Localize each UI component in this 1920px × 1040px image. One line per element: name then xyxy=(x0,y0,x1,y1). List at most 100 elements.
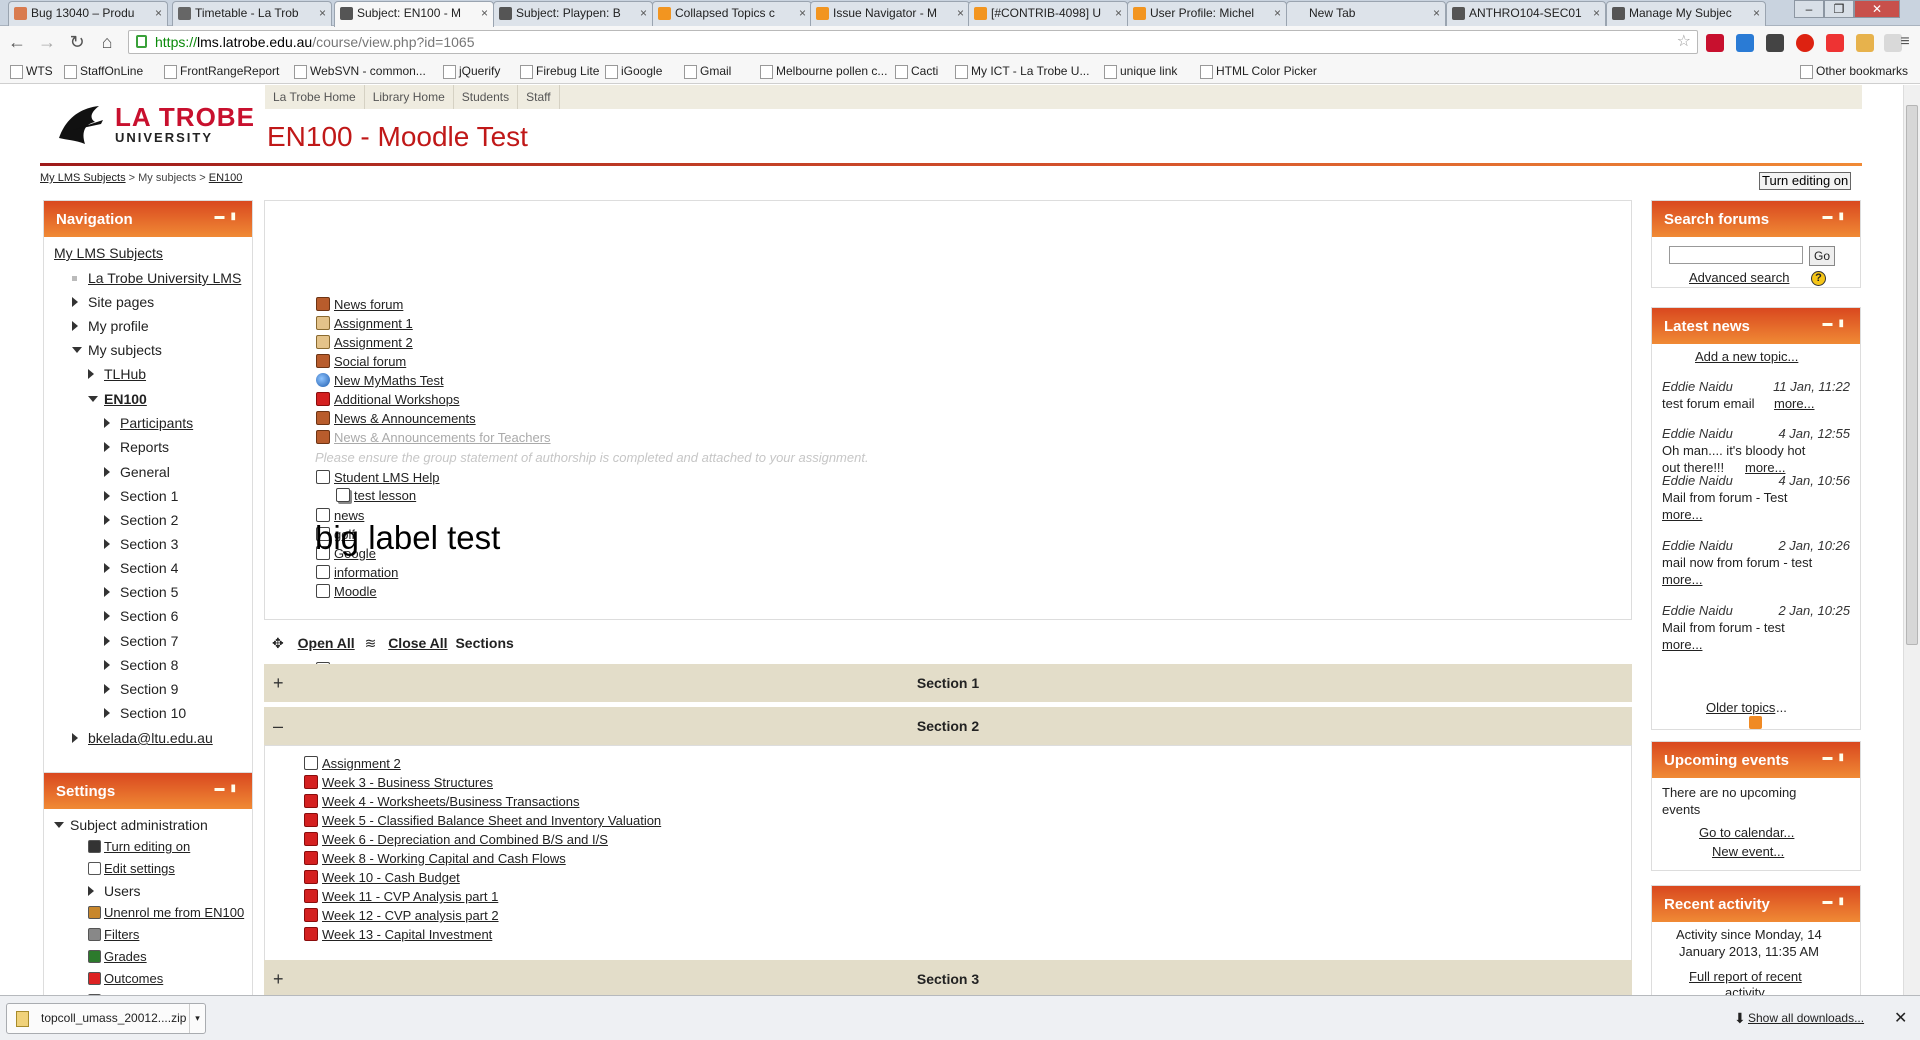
breadcrumb-root[interactable]: My LMS Subjects xyxy=(40,172,126,184)
bookmark-item[interactable]: HTML Color Picker xyxy=(1200,63,1317,79)
nav-item[interactable]: Section 8 xyxy=(104,657,178,673)
section-2-header[interactable]: – Section 2 xyxy=(264,707,1632,745)
full-report-link[interactable]: Full report of recent xyxy=(1689,969,1802,985)
section-2-resource[interactable]: Week 4 - Worksheets/Business Transaction… xyxy=(304,794,579,810)
resource-label[interactable]: Week 4 - Worksheets/Business Transaction… xyxy=(322,794,579,809)
page-label[interactable]: Moodle xyxy=(334,584,377,599)
toplink-students[interactable]: Students xyxy=(454,85,519,109)
toplink-la-trobe-home[interactable]: La Trobe Home xyxy=(265,85,365,109)
settings-item-label[interactable]: Unenrol me from EN100 xyxy=(104,905,244,920)
nav-item[interactable]: TLHub xyxy=(88,366,146,382)
settings-item[interactable]: Grades xyxy=(88,949,147,965)
nav-item[interactable]: Section 7 xyxy=(104,633,178,649)
expanded-arrow-icon[interactable] xyxy=(88,396,98,402)
browser-tab[interactable]: New Tab × xyxy=(1286,1,1446,26)
breadcrumb-current[interactable]: EN100 xyxy=(209,172,243,184)
turn-editing-on-button[interactable]: Turn editing on xyxy=(1759,172,1852,190)
settings-item[interactable]: Edit settings xyxy=(88,861,175,877)
weather-extension-icon[interactable] xyxy=(1856,34,1874,52)
settings-item[interactable]: Outcomes xyxy=(88,971,163,987)
other-bookmarks[interactable]: Other bookmarks xyxy=(1800,63,1908,79)
page-link[interactable]: test lesson xyxy=(336,488,416,504)
section-3-header[interactable]: + Section 3 xyxy=(264,960,1632,995)
toplink-library-home[interactable]: Library Home xyxy=(365,85,454,109)
nav-item[interactable]: Section 6 xyxy=(104,608,178,624)
resource-label[interactable]: Week 10 - Cash Budget xyxy=(322,870,460,885)
nav-item[interactable]: My profile xyxy=(72,318,149,334)
nav-item-label[interactable]: My LMS Subjects xyxy=(54,245,163,261)
collapsed-arrow-icon[interactable] xyxy=(104,684,110,694)
settings-item-label[interactable]: Outcomes xyxy=(104,971,163,986)
tab-close-icon[interactable]: × xyxy=(799,2,806,25)
settings-item[interactable]: Users xyxy=(88,883,141,899)
activity-label[interactable]: Assignment 1 xyxy=(334,316,413,331)
bookmark-item[interactable]: WTS xyxy=(10,63,53,79)
nav-item[interactable]: Section 10 xyxy=(104,705,186,721)
close-downloads-icon[interactable]: ✕ xyxy=(1894,1008,1907,1028)
resource-label[interactable]: Week 11 - CVP Analysis part 1 xyxy=(322,889,498,904)
collapsed-arrow-icon[interactable] xyxy=(88,369,94,379)
address-bar[interactable]: https://lms.latrobe.edu.au/course/view.p… xyxy=(128,30,1698,54)
resource-label[interactable]: Week 12 - CVP analysis part 2 xyxy=(322,908,499,923)
tab-close-icon[interactable]: × xyxy=(1593,2,1600,25)
browser-tab[interactable]: User Profile: Michel × xyxy=(1127,1,1287,26)
open-all-icon[interactable]: ✥ xyxy=(272,635,284,651)
activity-link[interactable]: Assignment 2 xyxy=(316,335,413,351)
download-item[interactable]: topcoll_umass_20012....zip ▾ xyxy=(6,1003,206,1034)
resource-label[interactable]: Week 6 - Depreciation and Combined B/S a… xyxy=(322,832,608,847)
activity-label[interactable]: News & Announcements for Teachers xyxy=(334,430,551,445)
collapsed-arrow-icon[interactable] xyxy=(104,515,110,525)
nav-item[interactable]: My LMS Subjects xyxy=(54,245,163,261)
maximize-button[interactable]: ❐ xyxy=(1824,0,1854,18)
collapsed-arrow-icon[interactable] xyxy=(104,442,110,452)
nav-item[interactable]: Site pages xyxy=(72,294,154,310)
settings-item-label[interactable]: Grades xyxy=(104,949,147,964)
collapsed-arrow-icon[interactable] xyxy=(72,733,78,743)
nav-item-label[interactable]: Participants xyxy=(120,415,193,431)
advanced-search-link[interactable]: Advanced search xyxy=(1689,270,1789,286)
section-2-resource[interactable]: Week 10 - Cash Budget xyxy=(304,870,460,886)
expand-icon[interactable]: + xyxy=(273,664,284,702)
close-all-icon[interactable]: ≋ xyxy=(365,635,377,651)
tab-close-icon[interactable]: × xyxy=(1433,2,1440,25)
collapsed-arrow-icon[interactable] xyxy=(104,539,110,549)
activity-label[interactable]: Social forum xyxy=(334,354,406,369)
help-icon[interactable]: ? xyxy=(1811,271,1826,286)
page-link[interactable]: Moodle xyxy=(316,584,377,600)
activity-link[interactable]: News forum xyxy=(316,297,403,313)
section-2-resource[interactable]: Week 12 - CVP analysis part 2 xyxy=(304,908,499,924)
activity-link[interactable]: Additional Workshops xyxy=(316,392,460,408)
browser-tab[interactable]: Issue Navigator - M × xyxy=(810,1,970,26)
collapsed-arrow-icon[interactable] xyxy=(88,886,94,896)
page-link[interactable]: information xyxy=(316,565,398,581)
nav-item[interactable]: Section 1 xyxy=(104,488,178,504)
page-label[interactable]: Student LMS Help xyxy=(334,470,440,485)
nav-item[interactable]: Section 3 xyxy=(104,536,178,552)
bookmark-item[interactable]: Cacti xyxy=(895,63,938,79)
collapsed-arrow-icon[interactable] xyxy=(104,563,110,573)
nav-item[interactable]: Reports xyxy=(104,439,169,455)
browser-tab[interactable]: Subject: Playpen: B × xyxy=(493,1,653,26)
news-more-link[interactable]: more... xyxy=(1662,507,1702,523)
activity-label[interactable]: Assignment 2 xyxy=(334,335,413,350)
resource-label[interactable]: Week 3 - Business Structures xyxy=(322,775,493,790)
block-controls-icon[interactable]: ▬▮ xyxy=(1822,752,1850,763)
bookmark-item[interactable]: jQuerify xyxy=(443,63,500,79)
nav-item[interactable]: Section 4 xyxy=(104,560,178,576)
collapsed-arrow-icon[interactable] xyxy=(104,467,110,477)
collapsed-arrow-icon[interactable] xyxy=(104,660,110,670)
nav-item[interactable]: My subjects xyxy=(72,342,162,358)
section-2-resource[interactable]: Week 5 - Classified Balance Sheet and In… xyxy=(304,813,661,829)
la-trobe-logo[interactable]: LA TROBE UNIVERSITY xyxy=(55,100,255,150)
section-2-resource[interactable]: Week 11 - CVP Analysis part 1 xyxy=(304,889,498,905)
new-event-link[interactable]: New event... xyxy=(1712,844,1784,860)
back-icon[interactable]: ← xyxy=(6,31,28,53)
tab-close-icon[interactable]: × xyxy=(155,2,162,25)
tab-close-icon[interactable]: × xyxy=(640,2,647,25)
settings-item[interactable]: Turn editing on xyxy=(88,839,190,855)
bookmark-item[interactable]: unique link xyxy=(1104,63,1177,79)
tab-close-icon[interactable]: × xyxy=(1274,2,1281,25)
star-icon[interactable]: ☆ xyxy=(1677,31,1691,53)
bookmark-item[interactable]: Gmail xyxy=(684,63,731,79)
browser-tab[interactable]: ANTHRO104-SEC01 × xyxy=(1446,1,1606,26)
